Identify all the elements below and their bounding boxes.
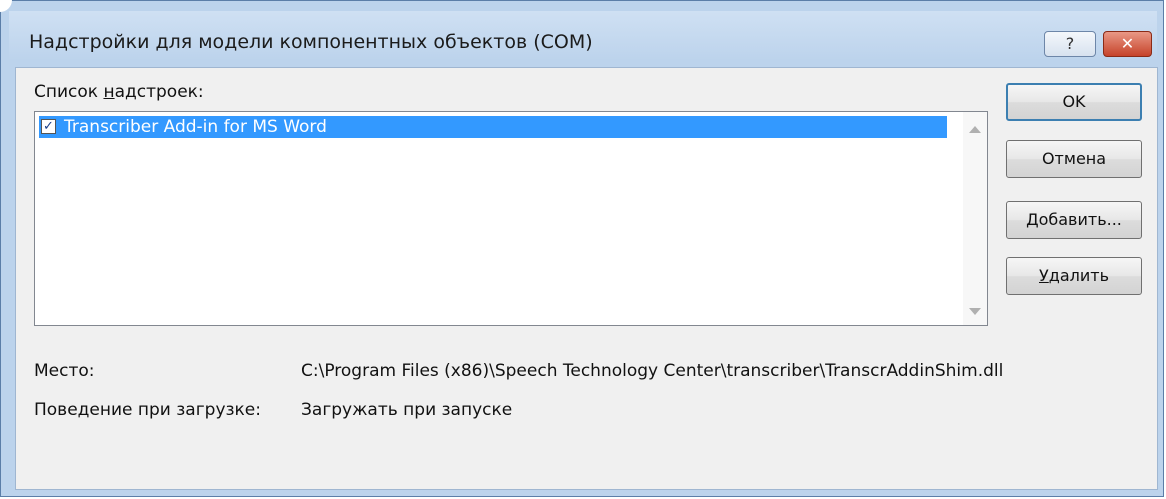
addins-list-label-prefix: Список — [34, 82, 104, 102]
addin-checkbox[interactable]: ✓ — [41, 119, 56, 134]
vertical-scrollbar[interactable] — [963, 112, 987, 325]
dialog-client-area: Список надстроек: ✓ Transcriber Add-in f… — [15, 67, 1158, 490]
cancel-button[interactable]: Отмена — [1006, 140, 1142, 178]
close-button[interactable]: ✕ — [1103, 31, 1152, 57]
location-label: Место: — [34, 361, 95, 381]
load-behavior-label: Поведение при загрузке: — [34, 400, 261, 420]
addins-list-label-mnemonic: н — [103, 82, 115, 102]
scroll-down-arrow-icon[interactable] — [969, 308, 981, 315]
remove-button-mnemonic: У — [1039, 266, 1049, 285]
help-button[interactable]: ? — [1044, 31, 1096, 57]
dialog-title: Надстройки для модели компонентных объек… — [29, 31, 593, 53]
scroll-up-arrow-icon[interactable] — [969, 126, 981, 133]
dialog-window: Надстройки для модели компонентных объек… — [0, 0, 1164, 497]
addins-list-label: Список надстроек: — [34, 82, 204, 102]
add-button[interactable]: Добавить... — [1006, 201, 1142, 239]
load-behavior-value: Загружать при запуске — [301, 400, 513, 420]
addin-name: Transcriber Add-in for MS Word — [64, 117, 327, 137]
add-button-mnemonic: Д — [1026, 210, 1039, 229]
addins-listbox[interactable]: ✓ Transcriber Add-in for MS Word — [34, 111, 988, 326]
add-button-label: обавить... — [1038, 210, 1122, 229]
location-value: C:\Program Files (x86)\Speech Technology… — [301, 361, 1004, 381]
remove-button-label: далить — [1048, 266, 1109, 285]
remove-button[interactable]: Удалить — [1006, 257, 1142, 295]
list-item[interactable]: ✓ Transcriber Add-in for MS Word — [39, 116, 947, 138]
addins-list-label-rest: адстроек: — [114, 82, 204, 102]
ok-button[interactable]: OK — [1006, 83, 1142, 121]
